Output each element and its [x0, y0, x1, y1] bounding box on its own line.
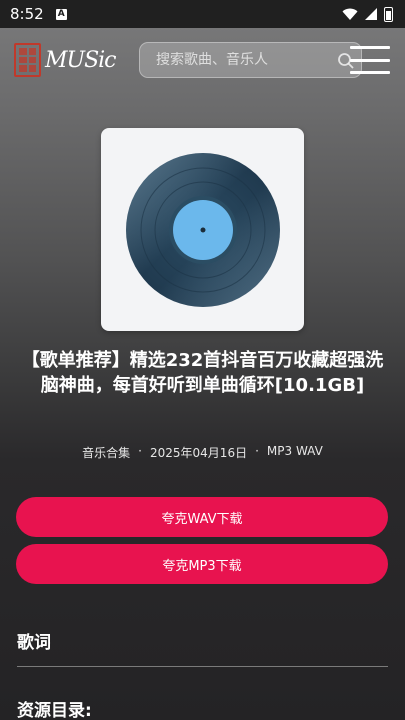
meta-category[interactable]: 音乐合集 — [82, 444, 130, 461]
mp3-download-button[interactable]: 夸克MP3下载 — [16, 544, 388, 584]
search-input[interactable] — [156, 52, 326, 68]
meta-separator: · — [255, 444, 259, 458]
logo-text: MUSic — [45, 47, 116, 73]
meta-separator: · — [138, 444, 142, 458]
album-cover — [101, 128, 304, 331]
wav-download-button[interactable]: 夸克WAV下载 — [16, 497, 388, 537]
meta-date: 2025年04月16日 — [150, 446, 248, 460]
battery-icon — [384, 6, 393, 22]
status-bar: 8:52 A — [0, 0, 405, 28]
menu-icon[interactable] — [350, 46, 390, 74]
vinyl-record-icon — [125, 152, 280, 307]
status-time: 8:52 — [10, 5, 44, 23]
album-title: 【歌单推荐】精选232首抖音百万收藏超强洗脑神曲，每首好听到单曲循环[10.1G… — [21, 350, 384, 396]
app-header: MUSic — [0, 28, 405, 92]
wifi-icon — [342, 8, 358, 20]
meta-formats: MP3 WAV — [266, 444, 323, 458]
app-logo[interactable]: MUSic — [14, 43, 116, 77]
section-divider — [17, 666, 388, 667]
album-meta: 音乐合集 · 2025年04月16日 · MP3 WAV — [0, 444, 405, 461]
signal-icon — [365, 8, 377, 20]
notification-a-icon: A — [55, 8, 67, 20]
resource-directory-heading: 资源目录: — [17, 701, 92, 720]
search-box[interactable] — [139, 42, 362, 78]
lyrics-heading: 歌词 — [17, 633, 51, 653]
logo-seal-icon — [14, 43, 41, 77]
